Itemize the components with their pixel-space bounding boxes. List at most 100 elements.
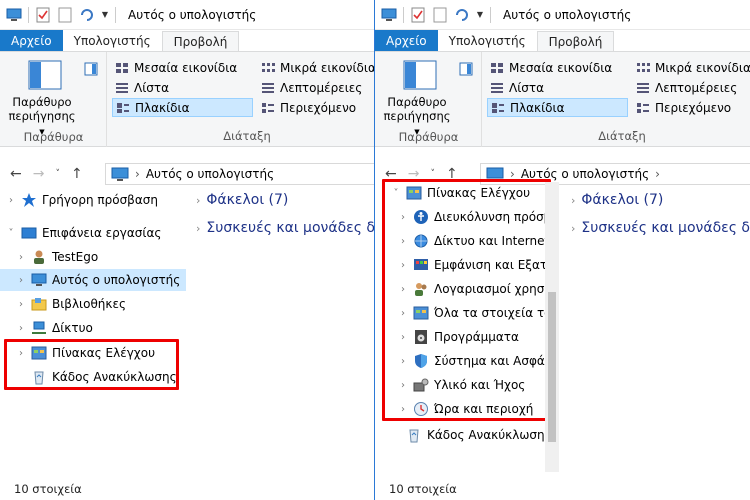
recycle-bin-icon bbox=[409, 429, 419, 443]
devices-group-header[interactable]: › Συσκευές και μονάδες δί bbox=[571, 220, 750, 236]
tab-file[interactable]: Αρχείο bbox=[375, 30, 438, 51]
nav-quick-access[interactable]: › Γρήγορη πρόσβαση bbox=[6, 189, 158, 211]
computer-icon[interactable] bbox=[381, 7, 397, 23]
nav-recycle-bin[interactable]: Κάδος Ανακύκλωσης bbox=[391, 424, 545, 446]
details-icon bbox=[262, 82, 274, 93]
tiles-option[interactable]: Πλακίδια bbox=[112, 98, 253, 117]
tab-computer[interactable]: Υπολογιστής bbox=[438, 30, 537, 51]
explorer-window-left: ▼ Αυτός ο υπολογιστής Αρχείο Υπολογιστής… bbox=[0, 0, 375, 500]
undo-icon[interactable] bbox=[79, 7, 95, 23]
chevron-down-icon[interactable]: ▼ bbox=[101, 7, 109, 23]
nav-label: Βιβλιοθήκες bbox=[52, 297, 127, 311]
new-folder-icon[interactable] bbox=[57, 7, 73, 23]
devices-label: Συσκευές και μονάδες δί bbox=[206, 220, 375, 236]
navigation-pane-label-2: περιήγησης bbox=[8, 109, 76, 123]
devices-label: Συσκευές και μονάδες δί bbox=[581, 220, 750, 236]
nav-scrollbar[interactable] bbox=[545, 182, 559, 472]
navigation-pane-label: Παράθυρο bbox=[12, 95, 72, 109]
chevron-down-icon[interactable]: ▼ bbox=[476, 7, 484, 23]
chevron-down-icon[interactable]: ˅ bbox=[6, 228, 16, 239]
small-icons-option[interactable]: Μικρά εικονίδια bbox=[258, 58, 375, 77]
chevron-right-icon[interactable]: › bbox=[16, 323, 26, 334]
divider bbox=[403, 6, 404, 23]
properties-icon[interactable] bbox=[35, 7, 51, 23]
layout-group-label: Διάταξη bbox=[598, 129, 646, 143]
title-bar: ▼ Αυτός ο υπολογιστής bbox=[0, 0, 374, 30]
folders-group-header[interactable]: › Φάκελοι (7) bbox=[196, 192, 288, 208]
window-title: Αυτός ο υπολογιστής bbox=[128, 7, 257, 22]
nav-label: Γρήγορη πρόσβαση bbox=[42, 193, 158, 207]
divider bbox=[115, 6, 116, 23]
list-label: Λίστα bbox=[134, 80, 170, 95]
chevron-right-icon[interactable]: › bbox=[16, 252, 26, 263]
status-bar: 10 στοιχεία bbox=[389, 482, 457, 496]
small-icons-option[interactable]: Μικρά εικονίδια bbox=[633, 58, 750, 77]
nav-desktop[interactable]: ˅ Επιφάνεια εργασίας bbox=[6, 222, 162, 244]
highlight-box bbox=[382, 179, 551, 421]
content-option[interactable]: Περιεχόμενο bbox=[633, 98, 731, 117]
tab-view[interactable]: Προβολή bbox=[536, 31, 615, 51]
tab-file[interactable]: Αρχείο bbox=[0, 30, 63, 51]
navigation-pane-icon[interactable] bbox=[28, 60, 62, 90]
navigation-pane-icon[interactable] bbox=[403, 60, 437, 90]
nav-libraries[interactable]: › Βιβλιοθήκες bbox=[16, 293, 126, 315]
navigation-pane-label-2: περιήγησης bbox=[383, 109, 451, 123]
list-option[interactable]: Λίστα bbox=[487, 78, 544, 97]
tiles-icon bbox=[117, 102, 129, 113]
nav-user[interactable]: › TestEgo bbox=[16, 246, 98, 268]
chevron-right-icon: › bbox=[571, 221, 576, 235]
nav-label: Δίκτυο bbox=[52, 321, 93, 335]
nav-label: TestEgo bbox=[52, 250, 99, 264]
preview-pane-icon[interactable] bbox=[459, 62, 473, 76]
small-icons-label: Μικρά εικονίδια bbox=[280, 60, 375, 75]
layout-gallery: Μεσαία εικονίδια Μικρά εικονίδια Λίστα Λ… bbox=[487, 57, 750, 121]
medium-icons-option[interactable]: Μεσαία εικονίδια bbox=[487, 58, 612, 77]
address-path: Αυτός ο υπολογιστής bbox=[145, 167, 275, 181]
chevron-right-icon[interactable]: › bbox=[6, 195, 16, 206]
list-icon bbox=[491, 82, 503, 93]
list-option[interactable]: Λίστα bbox=[112, 78, 169, 97]
ribbon-view: Παράθυρο περιήγησης ▼ Παράθυρα Μεσαία ει… bbox=[375, 52, 750, 147]
preview-pane-icon[interactable] bbox=[84, 62, 98, 76]
properties-icon[interactable] bbox=[410, 7, 426, 23]
chevron-right-icon[interactable]: › bbox=[16, 299, 26, 310]
chevron-right-icon[interactable]: › bbox=[16, 275, 26, 286]
ribbon-view: Παράθυρο περιήγησης ▼ Παράθυρα Μεσαία ει… bbox=[0, 52, 374, 147]
forward-arrow-icon[interactable]: → bbox=[33, 166, 45, 182]
back-arrow-icon[interactable]: ← bbox=[10, 166, 22, 182]
ribbon-tabs: Αρχείο Υπολογιστής Προβολή bbox=[0, 30, 374, 52]
chevron-right-icon: › bbox=[196, 193, 201, 207]
tab-view[interactable]: Προβολή bbox=[161, 31, 240, 51]
scrollbar-thumb[interactable] bbox=[548, 292, 556, 442]
details-option[interactable]: Λεπτομέρειες bbox=[633, 78, 737, 97]
tiles-option[interactable]: Πλακίδια bbox=[487, 98, 628, 117]
chevron-right-icon: › bbox=[196, 221, 201, 235]
folders-group-header[interactable]: › Φάκελοι (7) bbox=[571, 192, 663, 208]
tiles-label: Πλακίδια bbox=[135, 100, 190, 115]
nav-this-pc[interactable]: › Αυτός ο υπολογιστής bbox=[0, 269, 186, 291]
small-icons-label: Μικρά εικονίδια bbox=[655, 60, 750, 75]
computer-icon[interactable] bbox=[6, 7, 22, 23]
up-arrow-icon[interactable]: ↑ bbox=[71, 166, 83, 182]
chevron-down-icon[interactable]: ˅ bbox=[55, 169, 60, 179]
tiles-icon bbox=[492, 102, 504, 113]
desktop-icon bbox=[21, 227, 37, 239]
content-option[interactable]: Περιεχόμενο bbox=[258, 98, 356, 117]
highlight-box bbox=[4, 339, 179, 390]
user-icon bbox=[34, 250, 44, 264]
nav-label: Αυτός ο υπολογιστής bbox=[52, 273, 181, 287]
devices-group-header[interactable]: › Συσκευές και μονάδες δί bbox=[196, 220, 375, 236]
medium-icons-option[interactable]: Μεσαία εικονίδια bbox=[112, 58, 237, 77]
panes-group: Παράθυρο περιήγησης ▼ Παράθυρα bbox=[0, 52, 107, 147]
layout-gallery: Μεσαία εικονίδια Μικρά εικονίδια Λίστα Λ… bbox=[112, 57, 375, 121]
medium-icons-label: Μεσαία εικονίδια bbox=[509, 60, 613, 75]
nav-network[interactable]: › Δίκτυο bbox=[16, 317, 93, 339]
computer-icon bbox=[31, 273, 47, 286]
tab-computer[interactable]: Υπολογιστής bbox=[63, 30, 162, 51]
details-option[interactable]: Λεπτομέρειες bbox=[258, 78, 362, 97]
medium-icons-icon bbox=[116, 62, 128, 73]
nav-label: Επιφάνεια εργασίας bbox=[42, 226, 162, 240]
chevron-down-icon[interactable]: ˅ bbox=[430, 169, 435, 179]
new-folder-icon[interactable] bbox=[432, 7, 448, 23]
undo-icon[interactable] bbox=[454, 7, 470, 23]
